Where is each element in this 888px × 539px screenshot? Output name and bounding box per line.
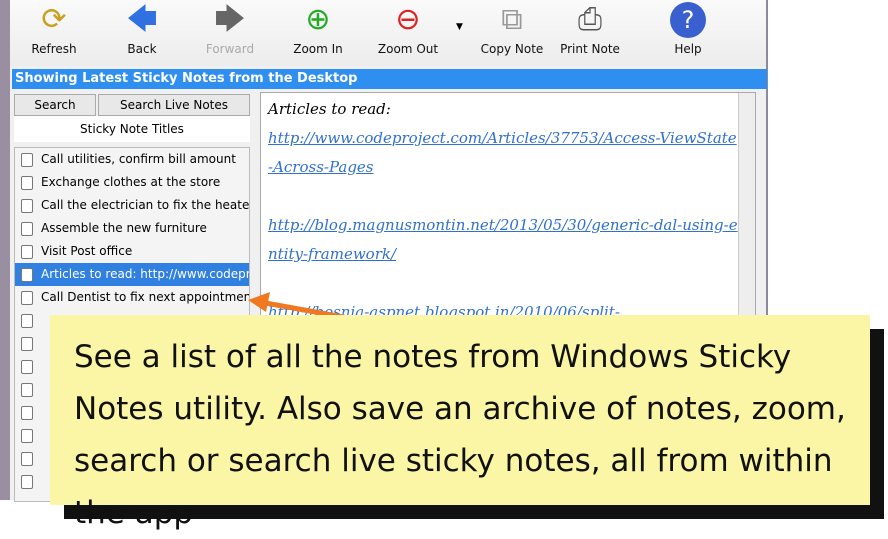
forward-arrow-icon: 🡆 — [214, 2, 246, 37]
note-title: Visit Post office — [41, 244, 133, 258]
note-title: Assemble the new furniture — [41, 221, 207, 235]
zoom-dropdown-icon[interactable]: ▼ — [456, 22, 463, 32]
zoom-in-icon: ⊕ — [305, 2, 331, 37]
note-title: Exchange clothes at the store — [41, 175, 221, 189]
note-list-item[interactable]: Visit Post office — [15, 240, 249, 263]
note-icon — [21, 199, 33, 213]
note-icon — [21, 337, 33, 351]
note-icon — [21, 291, 33, 305]
note-list-item[interactable]: Call utilities, confirm bill amount — [15, 148, 249, 171]
help-icon: ? — [670, 2, 706, 38]
refresh-icon: ⟳ — [41, 2, 67, 37]
copy-icon: ⧉ — [501, 2, 523, 37]
zoom-in-button[interactable]: ⊕ Zoom In — [278, 2, 358, 56]
list-header: Sticky Note Titles — [14, 116, 250, 142]
note-link[interactable]: http://blog.magnusmontin.net/2013/05/30/… — [268, 216, 738, 263]
callout-note: See a list of all the notes from Windows… — [50, 315, 870, 531]
print-note-button[interactable]: ⎙ Print Note — [550, 2, 630, 56]
label: Zoom In — [293, 42, 343, 56]
note-icon — [21, 429, 33, 443]
back-arrow-icon: 🡄 — [126, 2, 158, 37]
label: Help — [674, 42, 702, 56]
note-icon — [21, 245, 33, 259]
label: Print Note — [560, 42, 620, 56]
note-icon — [21, 452, 33, 466]
note-icon — [21, 360, 33, 374]
note-heading: Articles to read: — [268, 100, 391, 118]
label: Copy Note — [480, 42, 544, 56]
note-icon — [21, 383, 33, 397]
printer-icon: ⎙ — [578, 2, 602, 37]
note-title: Call utilities, confirm bill amount — [41, 152, 236, 166]
label: Back — [127, 42, 157, 56]
label: Forward — [205, 42, 255, 56]
note-icon — [21, 222, 33, 236]
window-frame — [0, 0, 10, 500]
note-title: Articles to read: http://www.codeproject… — [41, 267, 249, 281]
note-icon — [21, 268, 33, 282]
note-icon — [21, 475, 33, 489]
status-bar: Showing Latest Sticky Notes from the Des… — [12, 69, 767, 89]
label: Refresh — [31, 42, 77, 56]
help-button[interactable]: ? Help — [648, 2, 728, 56]
tab-search[interactable]: Search — [14, 94, 96, 116]
toolbar: ⟳ Refresh 🡄 Back 🡆 Forward ⊕ Zoom In ⊖ Zoom O… — [10, 0, 766, 66]
refresh-button[interactable]: ⟳ Refresh — [14, 2, 94, 56]
note-title: Call the electrician to fix the heater — [41, 198, 249, 212]
note-list-item[interactable]: Assemble the new furniture — [15, 217, 249, 240]
note-list-item[interactable]: Exchange clothes at the store — [15, 171, 249, 194]
note-list-item[interactable]: Call the electrician to fix the heater — [15, 194, 249, 217]
note-list-item[interactable]: Articles to read: http://www.codeproject… — [15, 263, 249, 286]
note-link[interactable]: http://www.codeproject.com/Articles/3775… — [268, 129, 737, 176]
note-icon — [21, 153, 33, 167]
note-icon — [21, 314, 33, 328]
note-icon — [21, 176, 33, 190]
forward-button[interactable]: 🡆 Forward — [190, 2, 270, 56]
zoom-out-icon: ⊖ — [395, 2, 421, 37]
label: Zoom Out — [377, 42, 439, 56]
tab-search-live-notes[interactable]: Search Live Notes — [98, 94, 250, 116]
note-list-item[interactable]: Call Dentist to fix next appointment — [15, 286, 249, 309]
back-button[interactable]: 🡄 Back — [102, 2, 182, 56]
note-title: Call Dentist to fix next appointment — [41, 290, 249, 304]
copy-note-button[interactable]: ⧉ Copy Note — [472, 2, 552, 56]
zoom-out-button[interactable]: ⊖ Zoom Out — [368, 2, 448, 56]
note-icon — [21, 406, 33, 420]
